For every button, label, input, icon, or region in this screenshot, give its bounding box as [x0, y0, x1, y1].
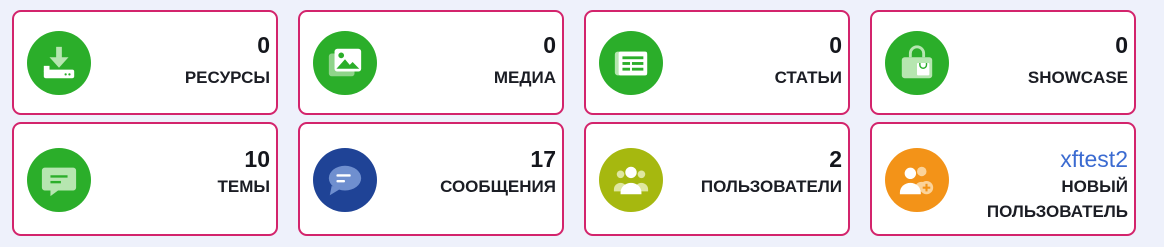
newest-user-label: НОВЫЙ ПОЛЬЗОВАТЕЛЬ: [986, 177, 1128, 221]
messages-count: 17: [530, 146, 556, 172]
media-count: 0: [543, 32, 556, 58]
image-gallery-icon: [313, 31, 377, 95]
user-add-icon: [885, 148, 949, 212]
showcase-label: SHOWCASE: [1027, 68, 1128, 87]
articles-count: 0: [829, 32, 842, 58]
download-tray-icon: [27, 31, 91, 95]
users-count: 2: [829, 146, 842, 172]
users-group-icon: [599, 148, 663, 212]
resources-count: 0: [257, 32, 270, 58]
users-label: ПОЛЬЗОВАТЕЛИ: [700, 177, 842, 196]
stat-card-showcase[interactable]: 0 SHOWCASE: [870, 10, 1136, 115]
speech-bubble-icon: [27, 148, 91, 212]
newest-user-link[interactable]: xftest2: [1060, 144, 1128, 174]
stat-card-newest-user[interactable]: xftest2 НОВЫЙ ПОЛЬЗОВАТЕЛЬ: [870, 122, 1136, 236]
media-label: МЕДИА: [493, 68, 556, 87]
threads-label: ТЕМЫ: [217, 177, 270, 196]
stats-grid: 0 РЕСУРСЫ 0 МЕДИА 0 СТАТЬИ 0 SHOWCASE 10…: [12, 10, 1136, 236]
stat-card-messages[interactable]: 17 СООБЩЕНИЯ: [298, 122, 564, 236]
newspaper-icon: [599, 31, 663, 95]
resources-label: РЕСУРСЫ: [184, 68, 270, 87]
articles-label: СТАТЬИ: [774, 68, 842, 87]
stat-card-users[interactable]: 2 ПОЛЬЗОВАТЕЛИ: [584, 122, 850, 236]
stat-card-articles[interactable]: 0 СТАТЬИ: [584, 10, 850, 115]
stat-card-resources[interactable]: 0 РЕСУРСЫ: [12, 10, 278, 115]
shopping-bag-icon: [885, 31, 949, 95]
chat-bubble-icon: [313, 148, 377, 212]
threads-count: 10: [244, 146, 270, 172]
stat-card-threads[interactable]: 10 ТЕМЫ: [12, 122, 278, 236]
stat-card-media[interactable]: 0 МЕДИА: [298, 10, 564, 115]
showcase-count: 0: [1115, 32, 1128, 58]
messages-label: СООБЩЕНИЯ: [440, 177, 556, 196]
